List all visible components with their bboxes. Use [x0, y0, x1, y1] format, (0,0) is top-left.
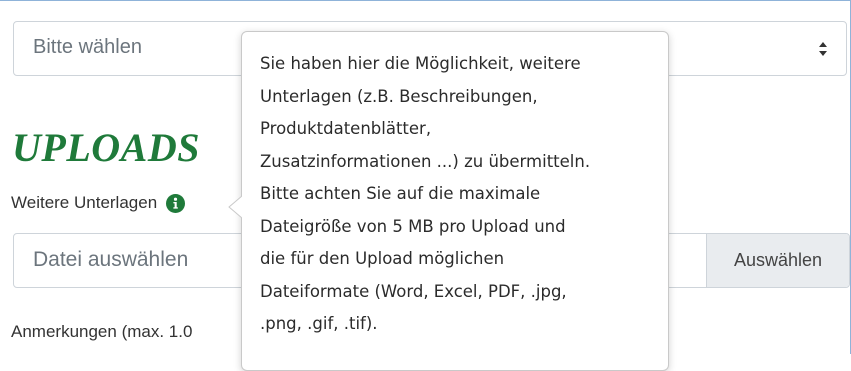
tooltip-line: Dateigröße von 5 MB pro Upload und	[260, 216, 566, 236]
tooltip-line: Sie haben hier die Möglichkeit, weitere	[260, 54, 581, 73]
uploads-label-row: Weitere Unterlagen	[11, 193, 186, 213]
tooltip-line: Dateiformate (Word, Excel, PDF, .jpg,	[260, 281, 567, 301]
tooltip-line: Zusatzinformationen ...) zu übermitteln.	[260, 151, 591, 171]
file-placeholder: Datei auswählen	[33, 248, 189, 271]
frame-border-top	[0, 0, 851, 1]
uploads-label: Weitere Unterlagen	[11, 193, 158, 212]
tooltip-line: Produktdatenblätter,	[260, 119, 432, 138]
browse-button[interactable]: Auswählen	[706, 234, 849, 287]
tooltip-line: Unterlagen (z.B. Beschreibungen,	[260, 86, 538, 106]
tooltip-line: die für den Upload möglichen	[260, 249, 505, 268]
notes-label: Anmerkungen (max. 1.0	[11, 322, 193, 341]
uploads-heading: UPLOADS	[12, 125, 200, 170]
info-tooltip: Sie haben hier die Möglichkeit, weitere …	[241, 31, 669, 371]
tooltip-line: .png, .gif, .tif).	[260, 314, 378, 333]
info-icon[interactable]	[166, 193, 186, 213]
tooltip-arrow	[228, 195, 243, 219]
tooltip-line: Bitte achten Sie auf die maximale	[260, 184, 541, 203]
sort-arrows-icon	[818, 40, 828, 58]
select-placeholder: Bitte wählen	[33, 36, 142, 58]
